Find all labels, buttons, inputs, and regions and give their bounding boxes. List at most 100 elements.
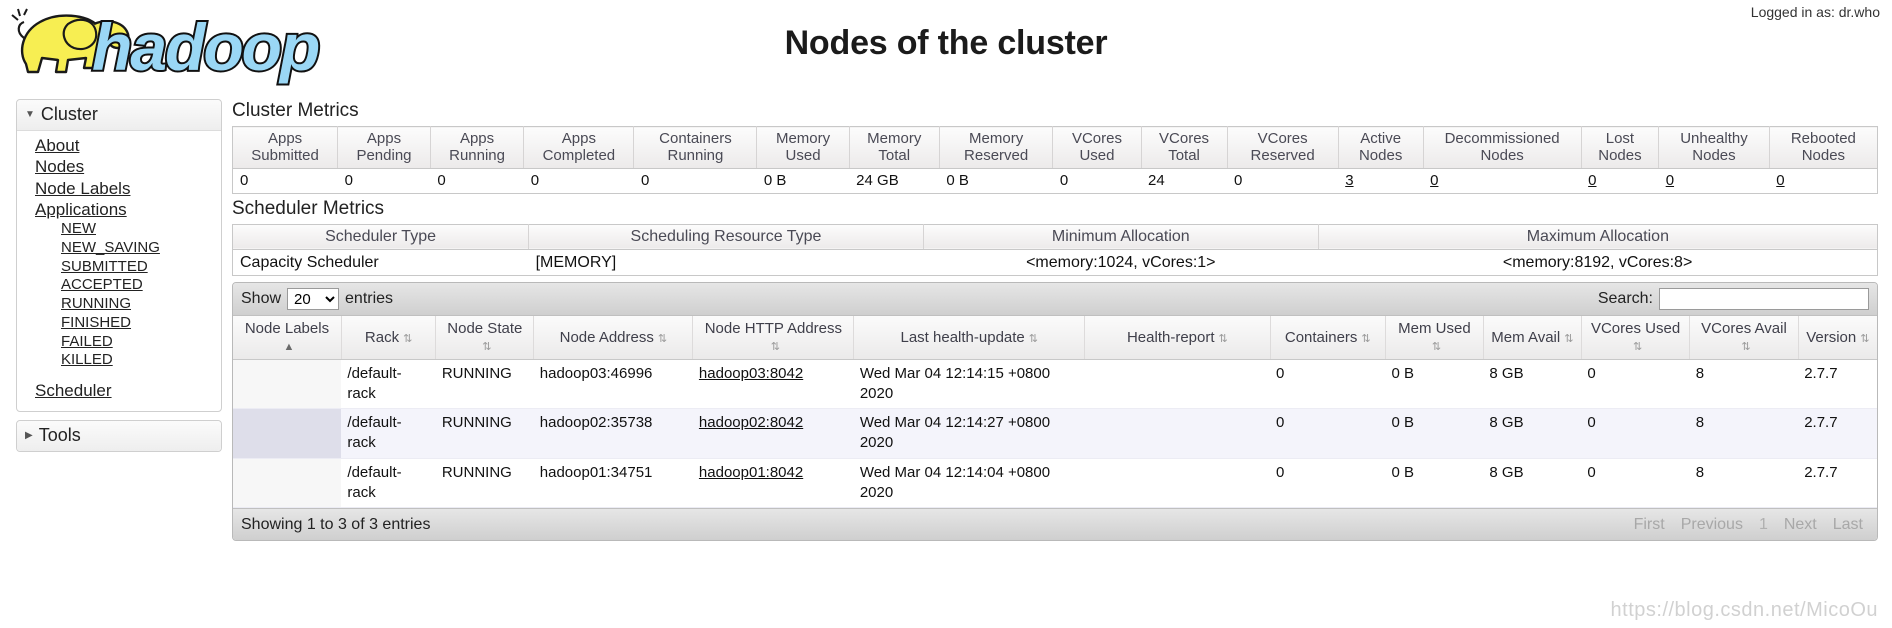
th-vcores-used[interactable]: VCores Used ⇅ <box>1581 316 1691 360</box>
cell-vcores-used: 0 <box>1581 408 1690 459</box>
th-label: Version <box>1806 328 1857 346</box>
rebooted-nodes-link[interactable]: 0 <box>1776 172 1784 189</box>
unhealthy-nodes-link[interactable]: 0 <box>1666 172 1674 189</box>
cell-version: 2.7.7 <box>1798 458 1877 509</box>
th-containers[interactable]: Containers ⇅ <box>1270 316 1386 360</box>
sidebar-item-killed[interactable]: KILLED <box>61 351 213 370</box>
sidebar-item-new[interactable]: NEW <box>61 220 213 239</box>
col-active-nodes: Active Nodes <box>1338 126 1424 169</box>
th-node-http-address[interactable]: Node HTTP Address ⇅ <box>692 316 855 360</box>
val-decommissioned-nodes: 0 <box>1423 168 1582 193</box>
sidebar-item-node-labels[interactable]: Node Labels <box>35 178 213 199</box>
col-apps-submitted: Apps Submitted <box>232 126 339 169</box>
pagination-last[interactable]: Last <box>1827 516 1869 534</box>
cell-mem-used: 0 B <box>1385 359 1484 410</box>
page-length-select[interactable]: 20 40 60 80 100 <box>287 288 340 311</box>
sidebar-item-applications[interactable]: Applications <box>35 199 213 220</box>
th-vcores-avail[interactable]: VCores Avail ⇅ <box>1689 316 1799 360</box>
datatable-length-control: Show 20 40 60 80 100 entries <box>241 288 394 311</box>
cell-mem-avail: 8 GB <box>1483 359 1582 410</box>
sidebar-item-failed[interactable]: FAILED <box>61 333 213 352</box>
cell-vcores-avail: 8 <box>1689 359 1799 410</box>
th-node-state[interactable]: Node State ⇅ <box>435 316 535 360</box>
val-memory-reserved: 0 B <box>939 168 1053 193</box>
datatable-filter-control: Search: <box>1597 288 1869 311</box>
pagination-previous[interactable]: Previous <box>1675 516 1749 534</box>
sidebar-item-about[interactable]: About <box>35 135 213 156</box>
sidebar-cluster-body: About Nodes Node Labels Applications NEW… <box>17 131 221 411</box>
pagination-first[interactable]: First <box>1628 516 1671 534</box>
sort-asc-icon: ▲ <box>283 341 295 354</box>
th-label: VCores Avail <box>1701 320 1787 338</box>
th-last-health-update[interactable]: Last health-update ⇅ <box>853 316 1086 360</box>
val-minimum-allocation: <memory:1024, vCores:1> <box>923 249 1319 276</box>
entries-label: entries <box>345 290 394 308</box>
cell-node-address: hadoop01:34751 <box>533 458 693 509</box>
th-label: Last health-update <box>900 328 1025 346</box>
datatable-footer: Showing 1 to 3 of 3 entries First Previo… <box>233 508 1877 541</box>
main-content: Cluster Metrics Apps Submitted Apps Pend… <box>222 96 1892 542</box>
cell-node-http-address: hadoop02:8042 <box>692 408 854 459</box>
table-row[interactable]: /default-rack RUNNING hadoop03:46996 had… <box>233 359 1877 410</box>
sort-both-icon: ⇅ <box>403 332 413 345</box>
cell-node-labels <box>233 359 342 410</box>
th-rack[interactable]: Rack ⇅ <box>341 316 437 360</box>
sidebar-item-nodes[interactable]: Nodes <box>35 156 213 177</box>
pagination-next[interactable]: Next <box>1778 516 1823 534</box>
th-version[interactable]: Version ⇅ <box>1798 316 1877 360</box>
col-maximum-allocation: Maximum Allocation <box>1318 224 1878 250</box>
sort-both-icon: ⇅ <box>1431 341 1442 354</box>
col-vcores-reserved: VCores Reserved <box>1227 126 1339 169</box>
cluster-metrics-title: Cluster Metrics <box>232 100 359 121</box>
node-http-address-link[interactable]: hadoop01:8042 <box>699 464 803 481</box>
th-node-labels[interactable]: Node Labels ▲ <box>233 316 342 360</box>
col-rebooted-nodes: Rebooted Nodes <box>1769 126 1878 169</box>
col-vcores-used: VCores Used <box>1052 126 1142 169</box>
th-health-report[interactable]: Health-report ⇅ <box>1084 316 1271 360</box>
col-scheduler-type: Scheduler Type <box>232 224 530 250</box>
th-label: Rack <box>364 328 400 346</box>
active-nodes-link[interactable]: 3 <box>1345 172 1353 189</box>
cell-rack: /default-rack <box>341 458 436 509</box>
th-label: Mem Used <box>1398 320 1471 338</box>
cell-health-report <box>1084 408 1271 459</box>
col-apps-running: Apps Running <box>430 126 525 169</box>
sort-both-icon: ⇅ <box>770 341 780 354</box>
th-label: Containers <box>1284 328 1358 346</box>
sidebar-cluster-header[interactable]: ▼ Cluster <box>17 100 221 131</box>
cell-node-address: hadoop02:35738 <box>533 408 693 459</box>
sidebar-item-finished[interactable]: FINISHED <box>61 314 213 333</box>
table-row[interactable]: /default-rack RUNNING hadoop01:34751 had… <box>233 458 1877 509</box>
chevron-right-icon: ▶ <box>25 429 33 441</box>
th-node-address[interactable]: Node Address ⇅ <box>533 316 694 360</box>
val-apps-pending: 0 <box>337 168 431 193</box>
decommissioned-nodes-link[interactable]: 0 <box>1430 172 1438 189</box>
th-mem-avail[interactable]: Mem Avail ⇅ <box>1483 316 1582 360</box>
search-input[interactable] <box>1659 288 1869 311</box>
sidebar-tools-header[interactable]: ▶ Tools <box>17 421 221 452</box>
table-row[interactable]: /default-rack RUNNING hadoop02:35738 had… <box>233 408 1877 459</box>
col-memory-reserved: Memory Reserved <box>939 126 1054 169</box>
sidebar-item-scheduler[interactable]: Scheduler <box>35 380 213 401</box>
val-apps-completed: 0 <box>523 168 634 193</box>
pagination-page-1[interactable]: 1 <box>1753 516 1774 534</box>
sidebar-item-new-saving[interactable]: NEW_SAVING <box>61 239 213 258</box>
pagination: First Previous 1 Next Last <box>1628 516 1869 534</box>
sidebar-item-submitted[interactable]: SUBMITTED <box>61 258 213 277</box>
th-mem-used[interactable]: Mem Used ⇅ <box>1385 316 1484 360</box>
cell-rack: /default-rack <box>341 408 436 459</box>
cell-mem-avail: 8 GB <box>1483 458 1582 509</box>
sidebar-item-running[interactable]: RUNNING <box>61 295 213 314</box>
search-label: Search: <box>1597 290 1653 308</box>
lost-nodes-link[interactable]: 0 <box>1588 172 1596 189</box>
th-label: Health-report <box>1126 328 1215 346</box>
cell-vcores-avail: 8 <box>1689 458 1799 509</box>
node-http-address-link[interactable]: hadoop03:8042 <box>699 365 803 382</box>
sidebar-item-accepted[interactable]: ACCEPTED <box>61 276 213 295</box>
cell-version: 2.7.7 <box>1798 359 1877 410</box>
val-scheduler-type: Capacity Scheduler <box>232 249 529 276</box>
cell-node-state: RUNNING <box>435 359 534 410</box>
th-label: VCores Used <box>1590 320 1681 338</box>
node-http-address-link[interactable]: hadoop02:8042 <box>699 414 803 431</box>
col-vcores-total: VCores Total <box>1141 126 1228 169</box>
